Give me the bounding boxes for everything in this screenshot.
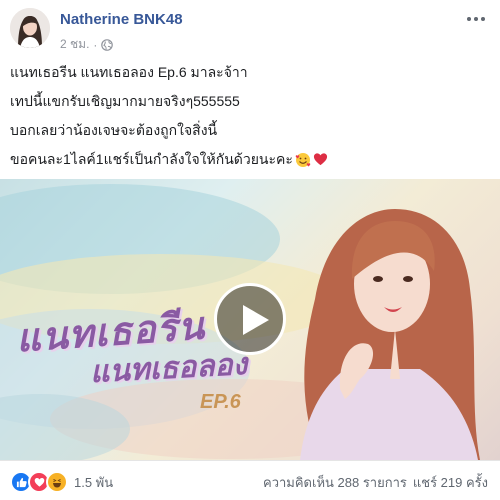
comments-count[interactable]: ความคิดเห็น 288 รายการ: [263, 472, 407, 493]
dot-icon: [481, 17, 485, 21]
post-line: แนทเธอรีน แนทเธอลอง Ep.6 มาละจ้าา: [10, 64, 248, 80]
haha-reaction-icon: [46, 471, 68, 493]
avatar[interactable]: [10, 8, 50, 48]
post-text: แนทเธอรีน แนทเธอลอง Ep.6 มาละจ้าา เทปนี้…: [10, 58, 490, 174]
smiling-face-with-hearts-icon: [295, 152, 311, 167]
post-line-text: ขอคนละ1ไลค์1แชร์เป็นกำลังใจให้กันด้วยนะค…: [10, 151, 293, 167]
post-meta: 2 ชม. ·: [60, 35, 114, 54]
shares-count[interactable]: แชร์ 219 ครั้ง: [413, 472, 488, 493]
post-line: บอกเลยว่าน้องเจษจะต้องถูกใจสิ่งนี้: [10, 122, 218, 138]
red-heart-icon: [313, 153, 327, 166]
video-title-line2: แนทเธอลอง: [89, 347, 249, 390]
post-footer: 1.5 พัน ความคิดเห็น 288 รายการ แชร์ 219 …: [0, 460, 500, 500]
facebook-post: Natherine BNK48 2 ชม. · แนทเธอรีน แนทเธอ…: [0, 0, 500, 499]
video-episode: EP.6: [200, 391, 241, 413]
reaction-count[interactable]: 1.5 พัน: [74, 472, 113, 493]
video-thumbnail[interactable]: แนทเธอรีน แนทเธอลอง EP.6: [0, 179, 500, 460]
author-name[interactable]: Natherine BNK48: [60, 11, 183, 28]
post-line: ขอคนละ1ไลค์1แชร์เป็นกำลังใจให้กันด้วยนะค…: [10, 145, 490, 174]
play-icon[interactable]: [214, 283, 286, 355]
meta-separator: ·: [93, 37, 98, 52]
reactions-summary[interactable]: 1.5 พัน: [10, 471, 113, 493]
dot-icon: [467, 17, 471, 21]
engagement-stats: ความคิดเห็น 288 รายการ แชร์ 219 ครั้ง: [263, 472, 488, 493]
more-options-button[interactable]: [464, 10, 488, 28]
globe-icon: [101, 38, 114, 51]
dot-icon: [474, 17, 478, 21]
post-line: เทปนี้แขกรับเชิญมากมายจริงๆ555555: [10, 93, 240, 109]
timestamp[interactable]: 2 ชม.: [60, 35, 89, 54]
